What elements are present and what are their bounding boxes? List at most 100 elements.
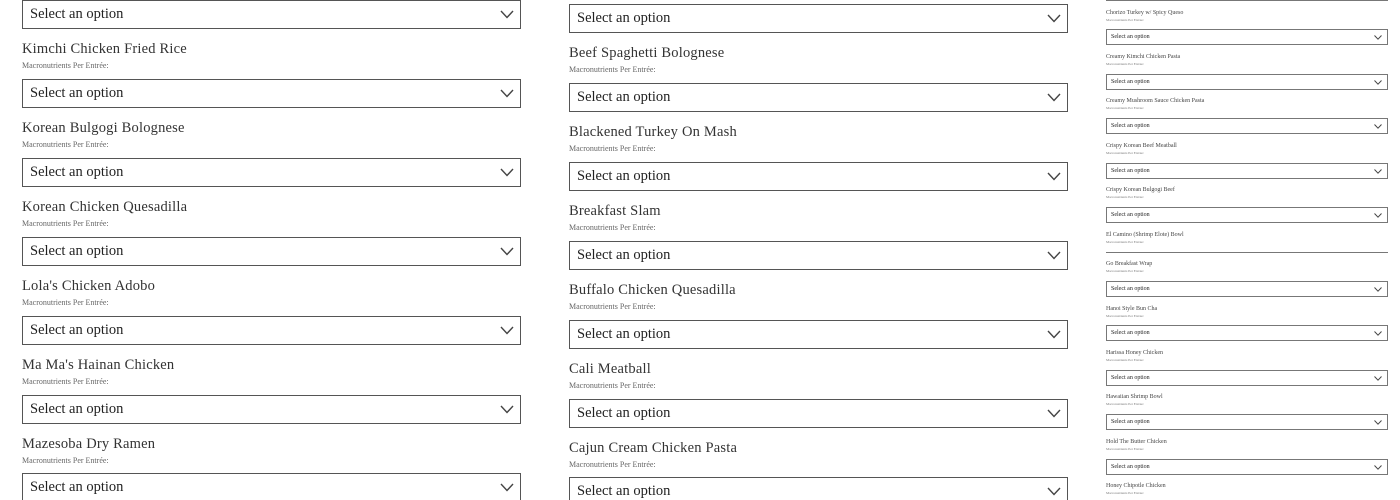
menu-item: Korean Chicken Quesadilla Macronutrients… (22, 199, 521, 229)
entree-select[interactable]: Select an option (1106, 459, 1388, 475)
macronutrients-label: Macronutrients Per Entrée: (569, 381, 656, 390)
entree-select[interactable]: Select an option (1106, 207, 1388, 223)
menu-item: Crispy Korean Bulgogi Beef Macronutrient… (1106, 186, 1388, 199)
chevron-down-icon (1047, 487, 1061, 496)
macronutrients-label: Macronutrients Per Entrée: (1106, 491, 1144, 495)
menu-item: Korean Bulgogi Bolognese Macronutrients … (22, 120, 521, 150)
macronutrients-label: Macronutrients Per Entrée: (1106, 151, 1144, 155)
select-placeholder: Select an option (1111, 286, 1150, 292)
select-placeholder: Select an option (577, 168, 671, 184)
select-placeholder: Select an option (1111, 464, 1150, 470)
entree-select[interactable]: Select an option (22, 316, 521, 345)
entree-select[interactable]: Select an option (569, 320, 1068, 349)
macronutrients-label: Macronutrients Per Entrée: (1106, 106, 1144, 110)
entree-title: Kimchi Chicken Fried Rice (22, 41, 187, 57)
select-placeholder: Select an option (1111, 375, 1150, 381)
macronutrients-label: Macronutrients Per Entrée: (22, 140, 109, 149)
entree-title: Cali Meatball (569, 361, 651, 377)
select-placeholder: Select an option (30, 479, 124, 495)
macronutrients-label: Macronutrients Per Entrée: (569, 144, 656, 153)
entree-title: Cajun Cream Chicken Pasta (569, 440, 738, 456)
menu-item: Hawaiian Shrimp Bowl Macronutrients Per … (1106, 393, 1388, 406)
entree-select[interactable]: Select an option (22, 237, 521, 266)
menu-item: Hold The Butter Chicken Macronutrients P… (1106, 438, 1388, 451)
select-placeholder: Select an option (1111, 79, 1150, 85)
entree-title: Korean Chicken Quesadilla (22, 199, 188, 215)
entree-select[interactable]: Select an option (1106, 118, 1388, 134)
select-placeholder: Select an option (1111, 330, 1150, 336)
entree-select[interactable]: Select an option (569, 399, 1068, 428)
chevron-down-icon (500, 89, 514, 98)
macronutrients-label: Macronutrients Per Entrée: (1106, 314, 1144, 318)
menu-item: Creamy Kimchi Chicken Pasta Macronutrien… (1106, 53, 1388, 66)
chevron-down-icon (1374, 212, 1382, 218)
menu-item: Go Breakfast Wrap Macronutrients Per Ent… (1106, 260, 1388, 273)
entree-select-top-left[interactable]: Select an option (22, 0, 521, 29)
chevron-down-icon (1374, 330, 1382, 336)
macronutrients-label: Macronutrients Per Entrée: (1106, 195, 1144, 199)
entree-title: Hold The Butter Chicken (1106, 439, 1167, 445)
select-placeholder: Select an option (577, 10, 671, 26)
chevron-down-icon (1374, 419, 1382, 425)
entree-select[interactable]: Select an option (569, 477, 1068, 500)
entree-select[interactable]: Select an option (569, 241, 1068, 270)
macronutrients-label: Macronutrients Per Entrée: (22, 377, 109, 386)
entree-title: Korean Bulgogi Bolognese (22, 120, 185, 136)
entree-select[interactable]: Select an option (22, 395, 521, 424)
entree-title: Crispy Korean Beef Meatball (1106, 143, 1177, 149)
entree-title: Blackened Turkey On Mash (569, 124, 737, 140)
chevron-down-icon (500, 168, 514, 177)
entree-title: Beef Spaghetti Bolognese (569, 45, 725, 61)
menu-item: Blackened Turkey On Mash Macronutrients … (569, 124, 1068, 154)
entree-select[interactable]: Select an option (22, 473, 521, 500)
entree-title: Breakfast Slam (569, 203, 661, 219)
entree-title: Harissa Honey Chicken (1106, 350, 1163, 356)
chevron-down-icon (1374, 286, 1382, 292)
entree-title: Honey Chipotle Chicken (1106, 483, 1166, 489)
chevron-down-icon (500, 326, 514, 335)
menu-item: Mazesoba Dry Ramen Macronutrients Per En… (22, 436, 521, 466)
entree-select[interactable]: Select an option (1106, 281, 1388, 297)
menu-item: Chorizo Turkey w/ Spicy Queso Macronutri… (1106, 9, 1388, 22)
chevron-down-icon (1047, 93, 1061, 102)
chevron-down-icon (1374, 464, 1382, 470)
menu-item: Ma Ma's Hainan Chicken Macronutrients Pe… (22, 357, 521, 387)
entree-title: Hanoi Style Bun Cha (1106, 306, 1158, 312)
select-placeholder: Select an option (1111, 168, 1150, 174)
select-placeholder: Select an option (577, 89, 671, 105)
entree-select[interactable]: Select an option (1106, 325, 1388, 341)
entree-select[interactable]: Select an option (1106, 370, 1388, 386)
entree-title: Lola's Chicken Adobo (22, 278, 156, 294)
chevron-down-icon (1374, 34, 1382, 40)
select-placeholder: Select an option (1111, 123, 1150, 129)
entree-select[interactable]: Select an option (1106, 163, 1388, 179)
entree-select-top-middle[interactable]: Select an option (569, 4, 1068, 33)
menu-item: El Camino (Shrimp Elote) Bowl Macronutri… (1106, 231, 1388, 244)
chevron-down-icon (1047, 409, 1061, 418)
chevron-down-icon (1374, 375, 1382, 381)
select-placeholder: Select an option (30, 85, 124, 101)
entree-select[interactable]: Select an option (569, 162, 1068, 191)
divider (1106, 0, 1388, 1)
macronutrients-label: Macronutrients Per Entrée: (1106, 447, 1144, 451)
menu-item: Creamy Mushroom Sauce Chicken Pasta Macr… (1106, 97, 1388, 110)
entree-select[interactable]: Select an option (22, 79, 521, 108)
macronutrients-label: Macronutrients Per Entrée: (1106, 240, 1144, 244)
macronutrients-label: Macronutrients Per Entrée: (22, 298, 109, 307)
entree-select[interactable]: Select an option (569, 83, 1068, 112)
menu-item: Buffalo Chicken Quesadilla Macronutrient… (569, 282, 1068, 312)
macronutrients-label: Macronutrients Per Entrée: (22, 219, 109, 228)
entree-title: Crispy Korean Bulgogi Beef (1106, 187, 1175, 193)
entree-select[interactable]: Select an option (1106, 74, 1388, 90)
menu-item: Hanoi Style Bun Cha Macronutrients Per E… (1106, 305, 1388, 318)
entree-title: Chorizo Turkey w/ Spicy Queso (1106, 10, 1184, 16)
entree-select[interactable]: Select an option (22, 158, 521, 187)
select-placeholder: Select an option (30, 164, 124, 180)
entree-select[interactable]: Select an option (1106, 29, 1388, 45)
macronutrients-label: Macronutrients Per Entrée: (569, 223, 656, 232)
entree-title: Mazesoba Dry Ramen (22, 436, 156, 452)
menu-item: Kimchi Chicken Fried Rice Macronutrients… (22, 41, 521, 71)
macronutrients-label: Macronutrients Per Entrée: (1106, 358, 1144, 362)
macronutrients-label: Macronutrients Per Entrée: (1106, 402, 1144, 406)
entree-select[interactable]: Select an option (1106, 414, 1388, 430)
